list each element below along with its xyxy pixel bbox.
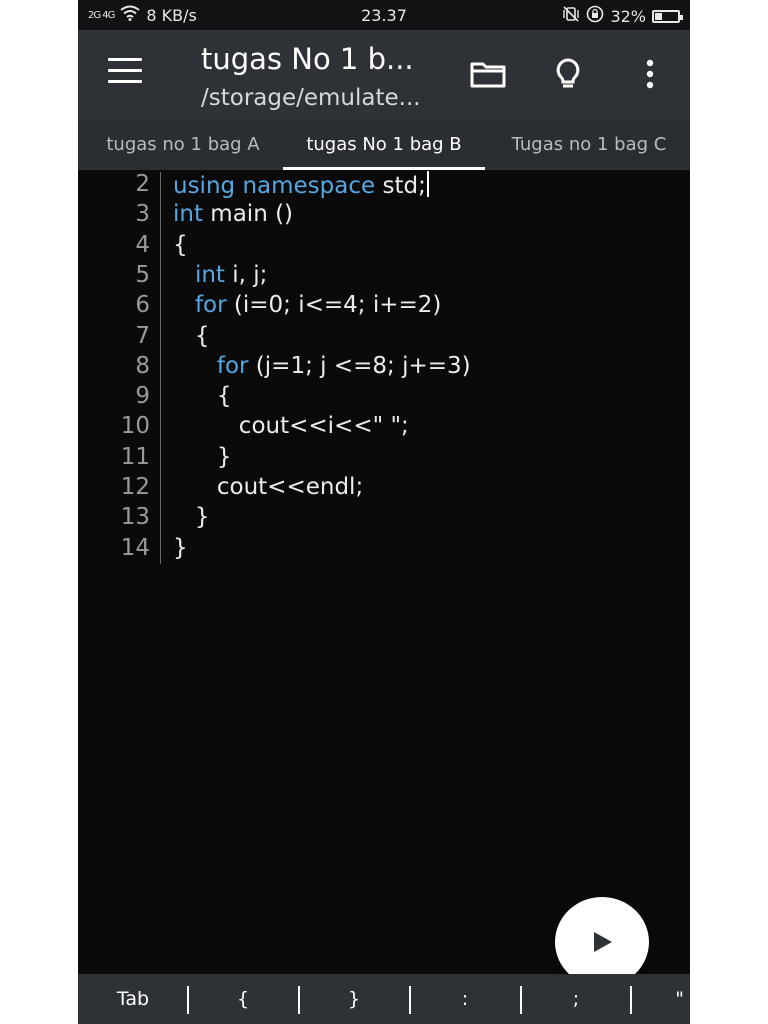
line-number: 13 — [120, 504, 150, 531]
code-line[interactable]: 14} — [78, 535, 690, 565]
lightbulb-icon[interactable] — [548, 54, 588, 94]
symbol-separator — [409, 986, 411, 1014]
battery-level — [655, 12, 663, 20]
line-number: 11 — [120, 443, 150, 470]
vibrate-off-icon — [562, 6, 580, 26]
symbol-bar: Tab { } : ; " — [78, 974, 690, 1024]
status-bar: 2G 4G 8 KB/s 23.37 32% — [78, 0, 690, 30]
symbol-semicolon-key[interactable]: ; — [541, 974, 611, 1024]
code-line[interactable]: 3 int main () — [78, 201, 690, 231]
code-text: for (i=0; i<=4; i+=2) — [194, 292, 442, 319]
menu-icon[interactable] — [108, 58, 142, 86]
code-text: int i, j; — [194, 261, 268, 288]
line-number: 8 — [135, 352, 150, 379]
line-number: 7 — [135, 322, 150, 349]
symbol-quote-key[interactable]: " — [654, 974, 684, 1024]
code-text: int main () — [173, 201, 294, 228]
code-line[interactable]: 6 for (i=0; i<=4; i+=2) — [78, 292, 690, 322]
line-number: 3 — [135, 201, 150, 228]
code-text: { — [173, 322, 210, 349]
code-line[interactable]: 7 { — [78, 323, 690, 353]
code-text: cout<<i<<" "; — [173, 413, 409, 440]
text-cursor — [426, 171, 429, 197]
code-text: { — [173, 231, 188, 258]
symbol-tab-key[interactable]: Tab — [98, 974, 168, 1024]
code-text: { — [173, 383, 232, 410]
play-icon — [594, 932, 612, 952]
symbol-open-brace-key[interactable]: { — [208, 974, 278, 1024]
line-number: 10 — [120, 413, 150, 440]
code-line[interactable]: 10 cout<<i<<" "; — [78, 413, 690, 443]
code-text: for (j=1; j <=8; j+=3) — [216, 352, 471, 379]
code-text: } — [173, 443, 232, 470]
app-bar: tugas No 1 b... /storage/emulate... — [78, 30, 690, 120]
symbol-separator — [187, 986, 189, 1014]
symbol-separator — [520, 986, 522, 1014]
file-title: tugas No 1 b... — [201, 42, 414, 76]
code-line[interactable]: 8 for (j=1; j <=8; j+=3) — [78, 353, 690, 383]
tab-bag-b[interactable]: tugas No 1 bag B — [283, 120, 485, 170]
line-number: 14 — [120, 534, 150, 561]
battery-percent: 32% — [610, 6, 646, 26]
symbol-colon-key[interactable]: : — [430, 974, 500, 1024]
tab-bag-c[interactable]: Tugas no 1 bag C — [498, 120, 680, 170]
more-vertical-icon[interactable] — [630, 54, 670, 94]
code-line[interactable]: 9 { — [78, 383, 690, 413]
symbol-separator — [298, 986, 300, 1014]
code-line[interactable]: 2 using namespace std; — [78, 171, 690, 201]
file-path: /storage/emulate... — [201, 85, 421, 111]
line-number: 6 — [135, 292, 150, 319]
code-text: cout<<endl; — [173, 474, 364, 500]
phone-screen: 2G 4G 8 KB/s 23.37 32% tugas No 1 b... /… — [78, 0, 690, 1024]
code-line[interactable]: 12 cout<<endl; — [78, 474, 690, 504]
line-number: 5 — [135, 261, 150, 288]
tab-bag-a[interactable]: tugas no 1 bag A — [92, 120, 274, 170]
file-tabs: tugas no 1 bag A tugas No 1 bag B Tugas … — [78, 120, 690, 170]
folder-icon[interactable] — [468, 54, 508, 94]
code-text: } — [173, 504, 210, 531]
rotation-lock-icon — [586, 5, 604, 27]
line-number: 4 — [135, 231, 150, 258]
line-number: 12 — [120, 474, 150, 500]
code-line[interactable]: 5 int i, j; — [78, 262, 690, 292]
battery-icon — [652, 9, 683, 23]
code-line[interactable]: 11 } — [78, 444, 690, 474]
code-line[interactable]: 4{ — [78, 232, 690, 262]
symbol-separator — [630, 986, 632, 1014]
symbol-close-brace-key[interactable]: } — [319, 974, 389, 1024]
line-number: 9 — [135, 383, 150, 410]
code-text: using namespace std; — [173, 171, 429, 199]
line-number: 2 — [135, 171, 150, 197]
code-text: } — [173, 534, 188, 561]
code-editor[interactable]: 2 using namespace std; 3 int main () 4{5 int… — [78, 170, 690, 974]
code-line[interactable]: 13 } — [78, 504, 690, 534]
